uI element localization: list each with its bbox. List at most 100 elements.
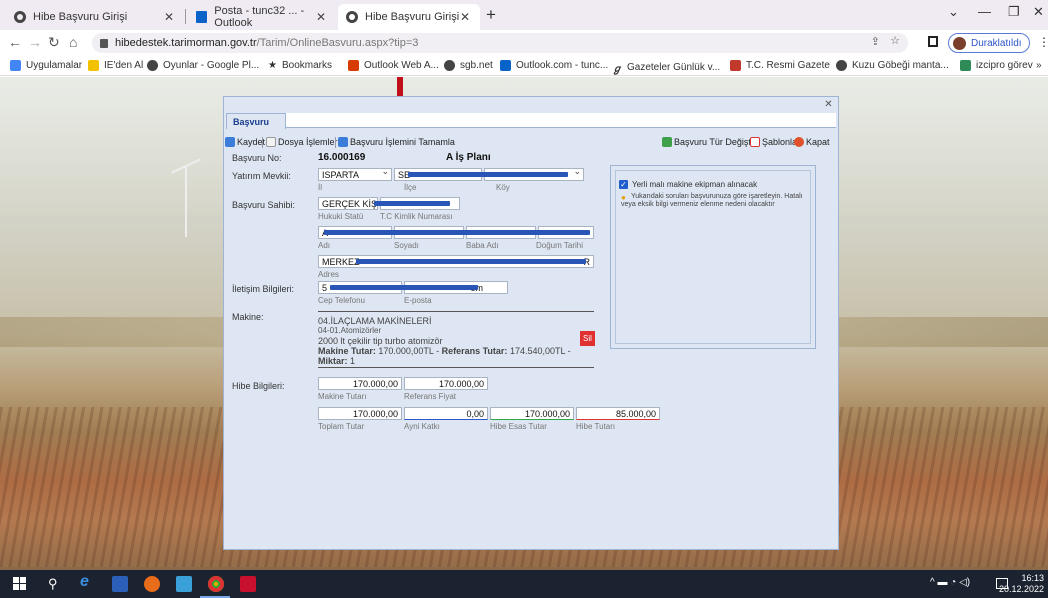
outlook-icon [196,11,208,23]
district-sublabel: İlçe [404,183,417,192]
bookmark-sgb[interactable]: sgb.net [444,60,493,71]
forward-icon[interactable]: → [28,34,42,50]
dialog-close-icon[interactable]: ✕ [823,100,834,111]
refresh-icon [662,137,672,147]
explorer-icon[interactable] [176,576,192,592]
reload-icon[interactable]: ↻ [48,34,60,51]
bookmark-izcipro[interactable]: izcipro görev [960,60,1033,71]
close-icon[interactable]: ✕ [460,10,470,24]
tab-outlook[interactable]: Posta - tunc32 ... - Outlook ✕ [188,4,336,30]
globe-icon [346,11,358,23]
close-button[interactable]: Kapat [794,137,830,147]
sidepanel-icon[interactable] [928,36,938,47]
dialog-body: Başvuru No: 16.000169 A İş Planı Yatırım… [224,151,838,551]
back-icon[interactable]: ← [8,34,22,50]
domestic-checkbox-label: Yerli malı makine ekipman alınacak [632,180,758,189]
pdf-icon [750,137,760,147]
surname-sublabel: Soyadı [394,241,419,250]
maximize-button[interactable]: ❐ [1008,4,1020,20]
minimize-button[interactable]: — [978,4,991,19]
bookmark-kuzu[interactable]: Kuzu Göbeği manta... [836,60,949,71]
file-icon [266,137,276,147]
tab-hibe-1[interactable]: Hibe Başvuru Girişi ✕ [6,4,184,30]
bookmark-outlook-com[interactable]: Outlook.com - tunc... [500,60,608,71]
globe-icon [14,11,26,23]
first-name-sublabel: Adı [318,241,331,250]
bookmark-apps[interactable]: Uygulamalar [10,60,82,71]
machine-description: 2000 lt çekilir tip turbo atomizör [318,336,443,346]
more-bookmarks-icon[interactable]: » [1036,60,1042,71]
chrome-icon[interactable] [208,576,224,592]
tab-hibe-active[interactable]: Hibe Başvuru Girişi ✕ [338,4,480,30]
total-amount-sublabel: Toplam Tutar [318,422,365,431]
complete-button[interactable]: Başvuru İşlemini Tamamla [338,137,455,147]
url-bar[interactable]: hibedestek.tarimorman.gov.tr/Tarim/Onlin… [92,33,908,53]
close-window-button[interactable]: ✕ [1033,4,1044,20]
bookmark-ie[interactable]: IE'den Al [88,60,143,71]
reference-price-sublabel: Referans Fiyat [404,392,457,401]
menu-icon[interactable]: ⋮ [1038,35,1048,49]
owner-label: Başvuru Sahibi: [232,200,296,210]
avatar [953,36,966,50]
reference-price-field[interactable]: 170.000,00 [404,377,488,390]
globe-icon [147,60,158,71]
divider [318,367,594,368]
gazete-icon: ℊ [612,64,622,75]
delete-machine-button[interactable]: Sil [580,331,595,346]
clock-date: 20.12.2022 [998,584,1044,594]
machine-amount-field[interactable]: 170.000,00 [318,377,402,390]
bookmark-bookmarks[interactable]: ★ Bookmarks [268,60,332,71]
domestic-checkbox[interactable]: ✓ [619,180,628,189]
outlook-icon [500,60,511,71]
bookmark-gazeteler[interactable]: ℊ Gazeteler Günlük v... [612,60,720,75]
province-select[interactable]: ISPARTA [318,168,392,181]
tab-basvuru[interactable]: Başvuru [226,113,286,129]
firefox-icon[interactable] [144,576,160,592]
redaction-bar [330,285,478,290]
father-name-sublabel: Baba Adı [466,241,499,250]
application-dialog: ✕ Başvuru Kaydet Dosya İşlemleri▾ Başvur… [223,96,839,550]
office-icon [348,60,359,71]
url-host: hibedestek.tarimorman.gov.tr [115,37,257,49]
change-type-button[interactable]: Başvuru Tür Değiştir [662,137,756,147]
apps-icon [10,60,21,71]
grant-amount-field[interactable]: 85.000,00 [576,407,660,420]
legal-status-field[interactable]: GERÇEK KİŞİ [318,197,378,210]
info-panel: ✓ Yerli malı makine ekipman alınacak ● Y… [610,165,816,349]
tab-label: Hibe Başvuru Girişi [365,11,460,23]
machine-subcategory: 04-01.Atomizörler [318,326,382,335]
windows-start-icon[interactable] [12,576,28,592]
star-icon[interactable]: ☆ [890,34,900,47]
new-tab-button[interactable]: + [486,5,496,25]
total-amount-field[interactable]: 170.000,00 [318,407,402,420]
share-icon[interactable]: ⇪ [871,35,880,48]
home-icon[interactable]: ⌂ [69,34,77,50]
bookmark-resmi-gazete[interactable]: T.C. Resmi Gazete [730,60,830,71]
system-clock[interactable]: 16:13 20.12.2022 [999,573,1044,595]
acrobat-icon[interactable] [240,576,256,592]
in-kind-field[interactable]: 0,00 [404,407,488,420]
phone-sublabel: Cep Telefonu [318,296,365,305]
url-path: /Tarim/OnlineBasvuru.aspx?tip=3 [256,37,419,49]
ie-icon[interactable]: e [80,573,96,590]
bookmark-oyunlar[interactable]: Oyunlar - Google Pl... [147,60,259,71]
tray-icons[interactable]: ^ ▬ ◔ ◁) [930,577,970,588]
word-icon[interactable] [112,576,128,592]
grant-base-field[interactable]: 170.000,00 [490,407,574,420]
profile-button[interactable]: Duraklatıldı [948,33,1030,53]
gazette-icon [730,60,741,71]
save-button[interactable]: Kaydet [225,137,265,147]
tab-label: Posta - tunc32 ... - Outlook [214,5,305,29]
profile-label: Duraklatıldı [971,37,1022,49]
browser-tab-strip: Hibe Başvuru Girişi ✕ Posta - tunc32 ...… [0,0,1048,30]
search-icon[interactable]: ⚲ [48,576,64,592]
close-icon[interactable]: ✕ [164,10,174,24]
tab-search-icon[interactable]: ⌄ [948,4,959,20]
templates-button[interactable]: Şablonlar [750,137,800,147]
close-icon[interactable]: ✕ [316,10,326,24]
info-note: Yukarıdaki soruları başvurunuza göre işa… [621,193,803,208]
bookmark-owa[interactable]: Outlook Web A... [348,60,439,71]
file-ops-button[interactable]: Dosya İşlemleri▾ [266,137,343,147]
birth-date-sublabel: Doğum Tarihi [536,241,583,250]
plan-title: A İş Planı [446,152,491,163]
